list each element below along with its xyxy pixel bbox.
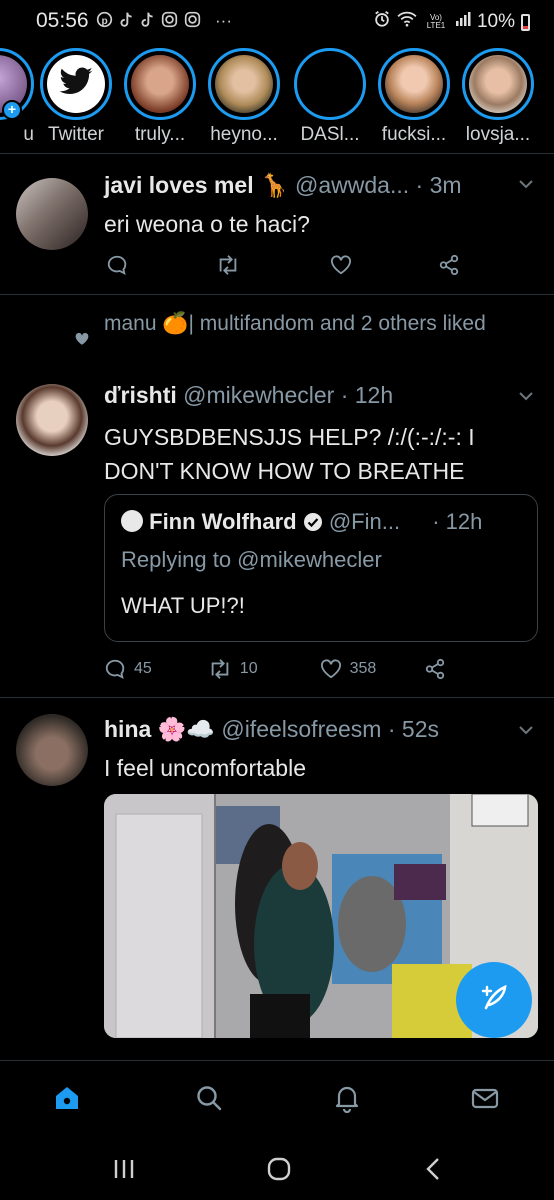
search-tab-icon[interactable] <box>194 1083 224 1118</box>
liked-heart-icon <box>74 332 90 351</box>
retweet-icon <box>211 659 229 679</box>
retweet-button[interactable]: 10 <box>208 658 258 680</box>
tweet-time: · 52s <box>387 716 439 742</box>
pinterest-icon: p <box>96 11 113 32</box>
fleet-twitter[interactable]: Twitter <box>36 48 116 146</box>
divider <box>0 294 554 295</box>
retweet-icon[interactable] <box>216 254 240 276</box>
tweet-author-name[interactable]: hina <box>104 716 151 742</box>
reply-button[interactable]: 45 <box>104 658 152 680</box>
fleet-name: DASl... <box>300 124 360 145</box>
battery-percent: 10% <box>476 11 515 32</box>
tweet-header: javi loves mel 🦒 @awwda... · 3m <box>104 172 462 199</box>
compose-tweet-button[interactable] <box>456 962 532 1038</box>
tweet-actions <box>104 254 460 276</box>
flower-cloud-emoji: 🌸☁️ <box>157 716 215 742</box>
system-navigation-bar <box>0 1140 554 1200</box>
tweet-header: ďrishti @mikewhecler · 12h <box>104 382 393 409</box>
tweet[interactable]: javi loves mel 🦒 @awwda... · 3m eri weon… <box>0 154 554 294</box>
quote-author-handle[interactable]: @Fin... <box>329 509 400 534</box>
notifications-tab-icon[interactable] <box>332 1083 362 1118</box>
status-time: 05:56 <box>36 9 89 32</box>
fleet-name: u <box>23 124 34 145</box>
tweet-author-name[interactable]: javi loves mel <box>104 172 254 198</box>
verified-badge-icon <box>303 509 329 534</box>
liked-by-text: manu 🍊| multifandom and 2 others liked <box>104 312 486 335</box>
tweet-text: GUYSBDBENSJJS HELP? /:/(:-:/:-: I DON'T … <box>104 424 475 484</box>
quote-time: · 12h <box>432 509 483 534</box>
tweet-author-handle[interactable]: @ifeelsofreesm <box>221 716 381 742</box>
fleet-fucksi[interactable]: fucksi... <box>374 48 454 146</box>
tweet-time: · 3m <box>415 172 462 198</box>
fleet-name: lovsja... <box>465 124 531 145</box>
fleet-name: heyno... <box>210 124 278 145</box>
like-icon[interactable] <box>330 255 352 275</box>
twitter-bird-icon <box>58 66 94 102</box>
fleet-truly[interactable]: truly... <box>120 48 200 146</box>
more-dots-icon: ··· <box>215 11 232 30</box>
fleet-dasl[interactable]: DASl... <box>290 48 370 146</box>
tweet-author-handle[interactable]: @awwda... <box>295 172 409 198</box>
fleet-name: Twitter <box>48 124 104 145</box>
fleet-name: truly... <box>134 124 186 145</box>
battery-icon <box>521 13 530 31</box>
wifi-icon <box>397 11 417 33</box>
tweet-author-name[interactable]: ďrishti <box>104 382 177 408</box>
tiktok-icon <box>119 11 134 32</box>
status-bar: 05:56 p ··· Vo) LTE1 10% <box>0 0 554 40</box>
instagram-icon <box>161 11 178 32</box>
avatar[interactable] <box>16 714 88 786</box>
chevron-down-icon[interactable] <box>518 176 534 194</box>
like-count: 358 <box>349 660 377 677</box>
compose-feather-icon <box>478 982 510 1019</box>
add-fleet-icon[interactable]: + <box>2 100 22 120</box>
retweet-count: 10 <box>239 660 258 677</box>
reply-count: 45 <box>134 660 152 677</box>
back-button-icon[interactable] <box>424 1156 442 1187</box>
tweet-header: hina 🌸☁️ @ifeelsofreesm · 52s <box>104 716 439 743</box>
quote-author-name[interactable]: Finn Wolfhard <box>149 509 296 534</box>
notification-icons: p ··· <box>96 11 232 32</box>
tiktok-icon <box>140 11 155 32</box>
chevron-down-icon[interactable] <box>518 388 534 406</box>
tweet-text: eri weona o te haci? <box>104 211 310 237</box>
instagram-icon <box>184 11 201 32</box>
chevron-down-icon[interactable] <box>518 722 534 740</box>
tweet-author-handle[interactable]: @mikewhecler <box>183 382 334 408</box>
fleet-own[interactable]: u + <box>0 48 38 146</box>
reply-icon[interactable] <box>106 254 128 276</box>
giraffe-emoji: 🦒 <box>259 172 289 198</box>
avatar[interactable] <box>16 178 88 250</box>
recent-apps-icon[interactable] <box>112 1158 136 1185</box>
tweet-actions: 45 10 358 <box>104 658 446 680</box>
avatar[interactable] <box>16 384 88 456</box>
quote-header: Finn Wolfhard @Fin... · 12h <box>121 509 482 535</box>
network-label: Vo) LTE1 <box>426 13 446 30</box>
share-icon[interactable] <box>438 254 460 276</box>
alarm-icon <box>373 10 391 34</box>
fleets-row: u + Twitter truly... heyno... DASl... fu… <box>0 48 554 148</box>
svg-text:p: p <box>102 16 108 27</box>
like-button[interactable]: 358 <box>320 659 377 679</box>
tweet-text: I feel uncomfortable <box>104 755 307 781</box>
reply-icon <box>105 659 125 679</box>
quote-replying-to: Replying to @mikewhecler <box>121 547 382 572</box>
quote-text: WHAT UP!?! <box>121 593 245 618</box>
messages-tab-icon[interactable] <box>470 1083 500 1118</box>
signal-icon <box>455 11 471 33</box>
system-status: Vo) LTE1 10% <box>373 10 530 34</box>
like-icon <box>320 659 341 679</box>
home-tab-icon[interactable] <box>52 1083 82 1118</box>
share-icon[interactable] <box>424 658 446 680</box>
quoted-tweet[interactable]: Finn Wolfhard @Fin... · 12h Replying to … <box>104 494 538 642</box>
fleet-lovsja[interactable]: lovsja... <box>458 48 538 146</box>
quote-avatar <box>121 510 143 532</box>
fleet-name: fucksi... <box>381 124 447 145</box>
fleet-heyno[interactable]: heyno... <box>204 48 284 146</box>
home-button-icon[interactable] <box>266 1156 292 1187</box>
bottom-navigation <box>0 1060 554 1140</box>
tweet-time: · 12h <box>340 382 394 408</box>
